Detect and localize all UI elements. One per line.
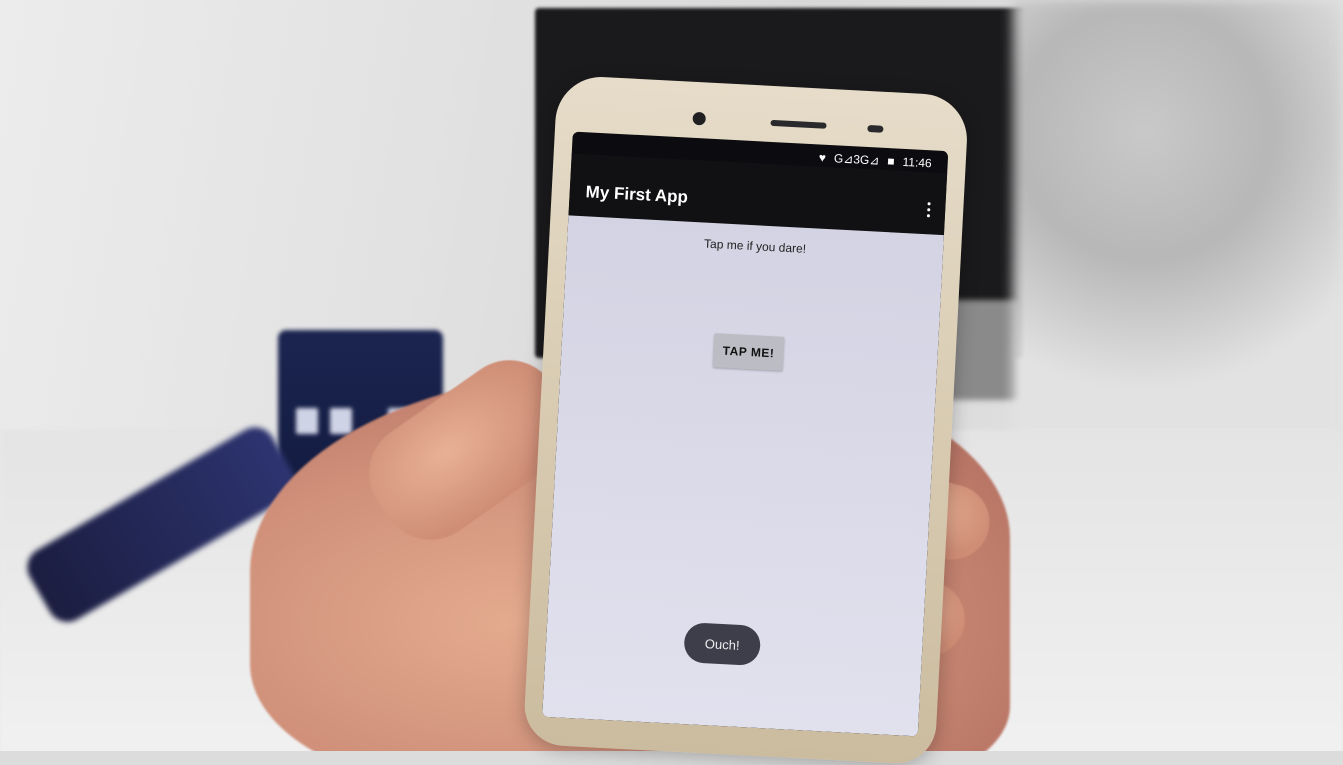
front-camera xyxy=(692,111,707,126)
app-title: My First App xyxy=(585,182,689,207)
wifi-icon: ♥ xyxy=(818,150,827,165)
proximity-sensor xyxy=(867,124,884,133)
tap-me-button[interactable]: TAP ME! xyxy=(712,333,785,371)
earpiece-speaker xyxy=(770,119,827,129)
battery-icon: ■ xyxy=(886,154,895,169)
more-vert-icon[interactable] xyxy=(925,202,932,220)
desk-clutter xyxy=(1013,0,1343,440)
phone-screen: ♥ G⊿3G⊿ ■ 11:46 My First App Tap me if y… xyxy=(542,131,949,737)
toast-message: Ouch! xyxy=(683,622,762,667)
phone: ♥ G⊿3G⊿ ■ 11:46 My First App Tap me if y… xyxy=(522,74,970,765)
prompt-text: Tap me if you dare! xyxy=(703,236,807,256)
status-time: 11:46 xyxy=(902,154,933,171)
network-status: G⊿3G⊿ xyxy=(833,151,880,168)
app-content: Tap me if you dare! TAP ME! Ouch! xyxy=(542,215,944,737)
